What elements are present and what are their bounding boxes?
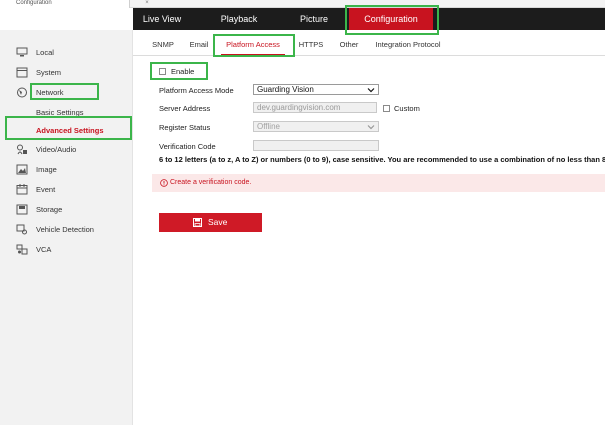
- globe-icon: [17, 87, 27, 98]
- sidebar-item-advanced-settings[interactable]: Advanced Settings: [0, 122, 133, 140]
- calendar-icon: [16, 184, 28, 195]
- tab-https[interactable]: HTTPS: [298, 40, 324, 56]
- top-navigation: Live View Playback Picture Configuration: [133, 8, 605, 30]
- custom-checkbox[interactable]: [383, 105, 390, 112]
- settings-tabs: SNMP Email Platform Access HTTPS Other I…: [133, 36, 605, 56]
- tab-email[interactable]: Email: [188, 40, 210, 56]
- nav-playback[interactable]: Playback: [209, 8, 269, 30]
- save-button[interactable]: Save: [159, 213, 262, 232]
- header-left-blank: [0, 8, 133, 30]
- chevron-down-icon: [367, 125, 375, 130]
- close-icon[interactable]: ×: [140, 0, 154, 8]
- nav-picture[interactable]: Picture: [285, 8, 343, 30]
- custom-label: Custom: [394, 104, 420, 113]
- sidebar-item-local[interactable]: Local: [0, 44, 133, 62]
- server-address-value: dev.guardingvision.com: [257, 103, 341, 112]
- enable-checkbox[interactable]: [159, 68, 166, 75]
- server-address-field[interactable]: dev.guardingvision.com: [253, 102, 377, 113]
- server-address-label: Server Address: [159, 104, 211, 113]
- verification-code-hint: 6 to 12 letters (a to z, A to Z) or numb…: [159, 155, 605, 164]
- platform-access-mode-label: Platform Access Mode: [159, 86, 234, 95]
- tab-snmp[interactable]: SNMP: [151, 40, 175, 56]
- tab-other[interactable]: Other: [338, 40, 360, 56]
- sidebar-item-storage[interactable]: Storage: [0, 201, 133, 219]
- platform-access-mode-select[interactable]: Guarding Vision: [253, 84, 379, 95]
- sidebar-item-label: Storage: [36, 205, 63, 214]
- chevron-down-icon: [367, 88, 375, 93]
- tab-platform-access[interactable]: Platform Access: [221, 40, 285, 56]
- platform-access-mode-value: Guarding Vision: [257, 85, 314, 94]
- sidebar-item-vehicle-detection[interactable]: Vehicle Detection: [0, 221, 133, 239]
- sidebar-item-label: Network: [36, 88, 64, 97]
- sidebar-item-video-audio[interactable]: Video/Audio: [0, 141, 133, 159]
- sidebar-item-label: Local: [36, 48, 54, 57]
- browser-tab-strip: Configuration ×: [0, 0, 605, 8]
- register-status-label: Register Status: [159, 123, 211, 132]
- register-status-value: Offline: [257, 122, 280, 131]
- sidebar-item-label: Event: [36, 185, 56, 194]
- sidebar-item-network[interactable]: Network: [0, 84, 133, 102]
- video-audio-icon: [17, 144, 27, 155]
- browser-tab-title: Configuration: [16, 0, 52, 6]
- enable-label: Enable: [171, 67, 195, 76]
- sidebar-item-basic-settings[interactable]: Basic Settings: [0, 104, 133, 122]
- sidebar-item-label: Basic Settings: [36, 108, 84, 117]
- sidebar-item-image[interactable]: Image: [0, 161, 133, 179]
- image-icon: [16, 164, 28, 175]
- info-icon: [160, 179, 168, 187]
- sidebar-item-vca[interactable]: VCA: [0, 241, 133, 259]
- tab-integration-protocol[interactable]: Integration Protocol: [373, 40, 443, 56]
- alert-bar: Create a verification code.: [152, 174, 605, 192]
- sidebar-item-label: Video/Audio: [36, 145, 77, 154]
- sidebar-item-label: VCA: [36, 245, 52, 254]
- vca-icon: [16, 244, 28, 255]
- alert-text: Create a verification code.: [170, 179, 252, 186]
- storage-icon: [16, 204, 28, 215]
- floppy-disk-icon: [193, 218, 202, 227]
- verification-code-label: Verification Code: [159, 142, 216, 151]
- sidebar: Local System Network Basic Settings Adva…: [0, 30, 133, 425]
- sidebar-item-label: System: [36, 68, 62, 77]
- sidebar-item-label: Vehicle Detection: [36, 225, 94, 234]
- nav-configuration[interactable]: Configuration: [349, 8, 433, 30]
- sidebar-item-label: Advanced Settings: [36, 126, 104, 135]
- sidebar-item-label: Image: [36, 165, 57, 174]
- register-status-select: Offline: [253, 121, 379, 132]
- save-label: Save: [208, 217, 228, 227]
- system-icon: [16, 67, 28, 78]
- monitor-icon: [16, 47, 28, 57]
- browser-tab[interactable]: Configuration: [0, 0, 130, 8]
- nav-live-view[interactable]: Live View: [133, 8, 191, 30]
- vehicle-icon: [16, 224, 27, 235]
- sidebar-item-event[interactable]: Event: [0, 181, 133, 199]
- sidebar-item-system[interactable]: System: [0, 64, 133, 82]
- verification-code-field[interactable]: [253, 140, 379, 151]
